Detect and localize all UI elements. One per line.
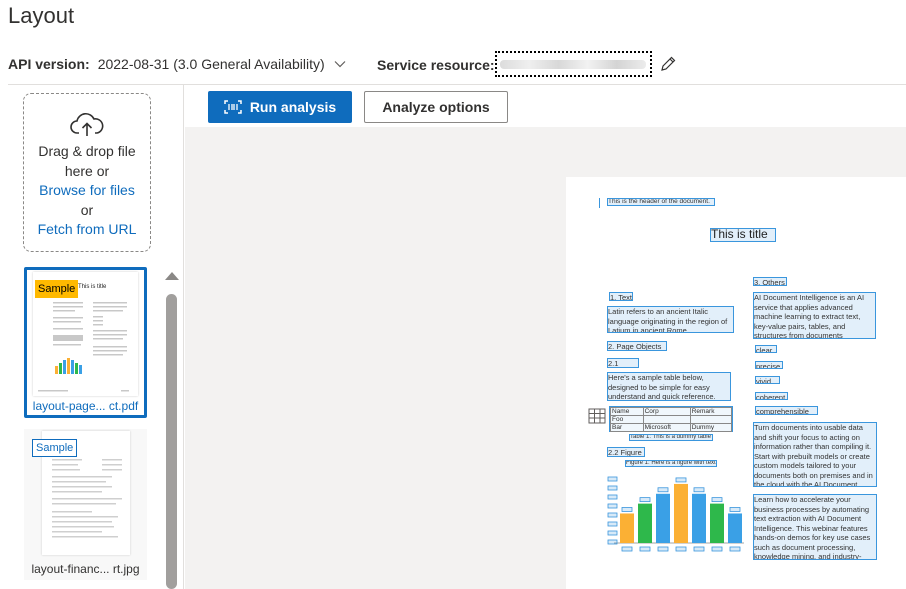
table-cell bbox=[689, 415, 733, 424]
dropzone-or: or bbox=[80, 201, 94, 218]
document-table: Name Corp Remark Foo Bar Microsoft Dummy bbox=[610, 407, 733, 432]
file-thumbnail-selected[interactable]: This is title Sample layout-page... ct.p… bbox=[24, 267, 147, 418]
list-item-box[interactable]: coherent bbox=[755, 392, 788, 400]
analyze-options-button[interactable]: Analyze options bbox=[364, 91, 508, 123]
paragraph-box[interactable]: Latin refers to an ancient Italic langua… bbox=[607, 306, 734, 333]
list-item-box[interactable]: clear bbox=[755, 345, 777, 353]
axis-tick-box bbox=[607, 512, 618, 518]
caption-box[interactable]: Table 1: This is a dummy table bbox=[629, 434, 713, 441]
x-tick-box bbox=[657, 546, 669, 552]
chart-bar bbox=[656, 493, 670, 543]
file-thumbnail[interactable]: Sample layout-financ... rt.jpg bbox=[24, 429, 147, 580]
data-label-box bbox=[657, 487, 669, 493]
table-header-cell: Corp bbox=[642, 407, 691, 416]
sample-badge: Sample bbox=[32, 439, 78, 457]
list-item-box[interactable]: precise bbox=[755, 361, 783, 369]
api-version-selector[interactable]: API version: 2022-08-31 (3.0 General Ava… bbox=[8, 56, 347, 72]
section-heading-box[interactable]: 3. Others bbox=[753, 277, 787, 286]
table-cell: Microsoft bbox=[642, 423, 691, 432]
caption-box[interactable]: Figure 1: Here is a figure with text bbox=[625, 460, 717, 467]
x-tick-box bbox=[729, 546, 741, 552]
file-dropzone[interactable]: Drag & drop file here or Browse for file… bbox=[23, 93, 151, 252]
chevron-down-icon[interactable] bbox=[333, 57, 347, 71]
title-box[interactable]: This is title bbox=[710, 228, 776, 242]
section-heading-box[interactable]: 2.1 Table bbox=[607, 358, 639, 368]
page-title: Layout bbox=[8, 3, 75, 28]
cursor-marker bbox=[599, 198, 600, 208]
data-label-box bbox=[729, 507, 741, 512]
table-box[interactable]: Name Corp Remark Foo Bar Microsoft Dummy bbox=[609, 406, 733, 432]
chart-bar bbox=[620, 513, 634, 543]
data-label-box bbox=[675, 477, 687, 483]
table-cell: Dummy bbox=[689, 423, 733, 432]
scan-icon bbox=[224, 100, 242, 114]
api-version-label: API version: bbox=[8, 56, 90, 72]
chart-bar bbox=[674, 483, 688, 543]
chart-bar bbox=[638, 503, 652, 543]
table-header-cell: Remark bbox=[689, 407, 733, 416]
paragraph-box[interactable]: Here's a sample table below, designed to… bbox=[607, 372, 731, 401]
chart-bar bbox=[728, 513, 742, 543]
axis-tick-box bbox=[607, 521, 618, 527]
sample-badge: Sample bbox=[35, 280, 79, 298]
service-resource-label: Service resource: bbox=[377, 57, 495, 73]
service-resource-value bbox=[500, 60, 646, 69]
chart-bar bbox=[710, 503, 724, 543]
figure-chart[interactable] bbox=[606, 471, 746, 555]
data-label-box bbox=[621, 507, 633, 512]
fetch-url-link[interactable]: Fetch from URL bbox=[24, 220, 150, 240]
paragraph-box[interactable]: Learn how to accelerate your business pr… bbox=[753, 494, 877, 560]
pencil-icon[interactable] bbox=[659, 55, 677, 73]
dropzone-text-2: here or bbox=[64, 162, 110, 179]
axis-tick-box bbox=[607, 530, 618, 536]
axis-tick-box bbox=[607, 503, 618, 509]
api-version-value[interactable]: 2022-08-31 (3.0 General Availability) bbox=[98, 56, 325, 72]
axis-tick-box bbox=[607, 485, 618, 491]
table-cell: Bar bbox=[610, 423, 644, 432]
table-icon[interactable] bbox=[588, 408, 606, 424]
cloud-upload-icon bbox=[70, 113, 104, 136]
axis-tick-box bbox=[607, 494, 618, 500]
dropzone-text: Drag & drop file bbox=[38, 143, 136, 159]
list-item-box[interactable]: vivid bbox=[755, 376, 780, 384]
header-box[interactable]: This is the header of the document. bbox=[607, 198, 715, 206]
x-tick-box bbox=[693, 546, 705, 552]
file-name: layout-page... ct.pdf bbox=[32, 399, 139, 413]
chart-bar bbox=[692, 493, 706, 543]
x-tick-box bbox=[639, 546, 651, 552]
document-page[interactable]: This is the header of the document. This… bbox=[566, 177, 906, 589]
data-label-box bbox=[693, 487, 705, 493]
section-heading-box[interactable]: 2. Page Objects bbox=[607, 341, 667, 351]
run-analysis-button[interactable]: Run analysis bbox=[208, 91, 352, 123]
browse-files-link[interactable]: Browse for files bbox=[24, 181, 150, 201]
axis-tick-box bbox=[607, 476, 618, 482]
table-cell: Foo bbox=[610, 415, 644, 424]
file-name: layout-financ... rt.jpg bbox=[31, 562, 140, 576]
x-tick-box bbox=[675, 546, 687, 552]
thumbnail-title-text: This is title bbox=[78, 284, 107, 290]
x-tick-box bbox=[711, 546, 723, 552]
data-label-box bbox=[639, 497, 651, 503]
paragraph-box[interactable]: Turn documents into usable data and shif… bbox=[753, 422, 877, 487]
data-label-box bbox=[711, 497, 723, 503]
table-cell bbox=[642, 415, 691, 424]
list-item-box[interactable]: comprehensible bbox=[755, 406, 818, 415]
paragraph-box[interactable]: AI Document Intelligence is an AI servic… bbox=[753, 292, 876, 339]
axis-tick-box bbox=[607, 539, 618, 545]
section-heading-box[interactable]: 1. Text bbox=[609, 292, 633, 301]
x-tick-box bbox=[621, 546, 633, 552]
scrollbar-thumb[interactable] bbox=[166, 294, 177, 589]
section-heading-box[interactable]: 2.2 Figure bbox=[607, 447, 645, 457]
run-analysis-label: Run analysis bbox=[249, 99, 337, 115]
scroll-up-arrow-icon[interactable] bbox=[165, 272, 179, 280]
table-header-cell: Name bbox=[610, 407, 644, 416]
